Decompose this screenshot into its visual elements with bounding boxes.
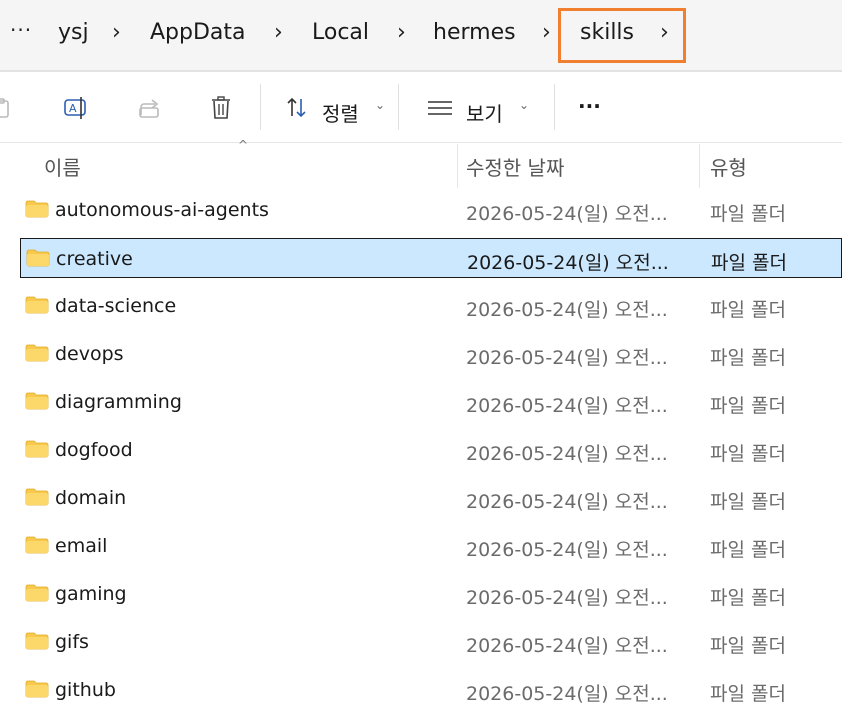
file-date: 2026-05-24(일) 오전... xyxy=(467,252,669,274)
file-type: 파일 폴더 xyxy=(710,203,786,225)
file-name: email xyxy=(55,535,108,557)
annotation-highlight-box xyxy=(558,8,686,63)
breadcrumb-item-ysj[interactable]: ysj xyxy=(58,20,89,45)
toolbar-divider xyxy=(554,84,555,130)
sort-ascending-icon: ^ xyxy=(238,138,249,152)
folder-icon xyxy=(25,296,49,314)
chevron-right-icon[interactable]: › xyxy=(397,20,406,45)
file-row[interactable]: creative 2026-05-24(일) 오전... 파일 폴더 xyxy=(20,238,842,278)
share-icon[interactable] xyxy=(136,94,164,122)
rename-icon[interactable]: A xyxy=(62,94,90,122)
breadcrumb-item-hermes[interactable]: hermes xyxy=(433,20,516,45)
file-name: devops xyxy=(55,343,124,365)
file-row[interactable]: dogfood 2026-05-24(일) 오전... 파일 폴더 xyxy=(20,430,842,470)
file-type: 파일 폴더 xyxy=(710,539,786,561)
column-header-name[interactable]: 이름 xyxy=(44,152,81,181)
folder-icon xyxy=(25,392,49,410)
file-row[interactable]: gifs 2026-05-24(일) 오전... 파일 폴더 xyxy=(20,622,842,662)
paste-icon[interactable] xyxy=(0,94,16,122)
view-icon[interactable] xyxy=(426,94,454,122)
file-row[interactable]: autonomous-ai-agents 2026-05-24(일) 오전... 파… xyxy=(20,190,842,230)
file-date: 2026-05-24(일) 오전... xyxy=(466,635,668,657)
file-name: domain xyxy=(55,487,127,509)
more-options-button[interactable]: ··· xyxy=(578,94,601,118)
file-date: 2026-05-24(일) 오전... xyxy=(466,203,668,225)
file-date: 2026-05-24(일) 오전... xyxy=(466,443,668,465)
file-type: 파일 폴더 xyxy=(711,252,787,274)
chevron-down-icon[interactable]: ⌄ xyxy=(519,98,529,112)
command-bar: A 정렬 ⌄ 보기 ⌄ ··· xyxy=(0,72,842,143)
file-name: dogfood xyxy=(55,439,133,461)
folder-icon xyxy=(25,584,49,602)
column-divider[interactable] xyxy=(457,144,458,188)
folder-icon xyxy=(25,680,49,698)
column-divider[interactable] xyxy=(699,144,700,188)
file-row[interactable]: diagramming 2026-05-24(일) 오전... 파일 폴더 xyxy=(20,382,842,422)
breadcrumb-item-appdata[interactable]: AppData xyxy=(150,20,246,45)
file-name: autonomous-ai-agents xyxy=(55,199,269,221)
file-row[interactable]: domain 2026-05-24(일) 오전... 파일 폴더 xyxy=(20,478,842,518)
folder-icon xyxy=(25,536,49,554)
file-type: 파일 폴더 xyxy=(710,635,786,657)
folder-icon xyxy=(25,344,49,362)
chevron-down-icon[interactable]: ⌄ xyxy=(375,98,385,112)
file-date: 2026-05-24(일) 오전... xyxy=(466,347,668,369)
breadcrumb-overflow-button[interactable]: ··· xyxy=(10,18,32,42)
file-row[interactable]: github 2026-05-24(일) 오전... 파일 폴더 xyxy=(20,670,842,710)
file-row[interactable]: devops 2026-05-24(일) 오전... 파일 폴더 xyxy=(20,334,842,374)
chevron-right-icon[interactable]: › xyxy=(274,20,283,45)
folder-icon xyxy=(25,440,49,458)
toolbar-divider xyxy=(260,84,261,130)
file-type: 파일 폴더 xyxy=(710,491,786,513)
folder-icon xyxy=(25,632,49,650)
toolbar-divider xyxy=(398,84,399,130)
file-type: 파일 폴더 xyxy=(710,587,786,609)
file-type: 파일 폴더 xyxy=(710,683,786,705)
file-name: gifs xyxy=(55,631,89,653)
file-date: 2026-05-24(일) 오전... xyxy=(466,395,668,417)
delete-icon[interactable] xyxy=(207,94,235,122)
file-date: 2026-05-24(일) 오전... xyxy=(466,491,668,513)
file-name: creative xyxy=(56,248,133,270)
column-header-type[interactable]: 유형 xyxy=(710,152,747,181)
svg-text:A: A xyxy=(69,102,77,115)
chevron-right-icon[interactable]: › xyxy=(112,20,121,45)
file-type: 파일 폴더 xyxy=(710,299,786,321)
chevron-right-icon[interactable]: › xyxy=(542,20,551,45)
file-type: 파일 폴더 xyxy=(710,395,786,417)
file-name: github xyxy=(55,679,116,701)
file-type: 파일 폴더 xyxy=(710,347,786,369)
file-row[interactable]: email 2026-05-24(일) 오전... 파일 폴더 xyxy=(20,526,842,566)
file-type: 파일 폴더 xyxy=(710,443,786,465)
file-date: 2026-05-24(일) 오전... xyxy=(466,299,668,321)
folder-icon xyxy=(25,200,49,218)
file-date: 2026-05-24(일) 오전... xyxy=(466,587,668,609)
sort-button[interactable]: 정렬 xyxy=(322,98,359,127)
folder-icon xyxy=(26,249,50,267)
file-name: data-science xyxy=(55,295,177,317)
file-name: gaming xyxy=(55,583,127,605)
address-bar[interactable]: ··· ysj › AppData › Local › hermes › ski… xyxy=(0,0,842,72)
file-row[interactable]: data-science 2026-05-24(일) 오전... 파일 폴더 xyxy=(20,286,842,326)
file-date: 2026-05-24(일) 오전... xyxy=(466,539,668,561)
file-name: diagramming xyxy=(55,391,182,413)
file-date: 2026-05-24(일) 오전... xyxy=(466,683,668,705)
column-header-date[interactable]: 수정한 날짜 xyxy=(466,152,564,181)
file-row[interactable]: gaming 2026-05-24(일) 오전... 파일 폴더 xyxy=(20,574,842,614)
view-button[interactable]: 보기 xyxy=(466,98,503,127)
breadcrumb-item-local[interactable]: Local xyxy=(312,20,369,45)
sort-icon[interactable] xyxy=(283,94,311,122)
folder-icon xyxy=(25,488,49,506)
